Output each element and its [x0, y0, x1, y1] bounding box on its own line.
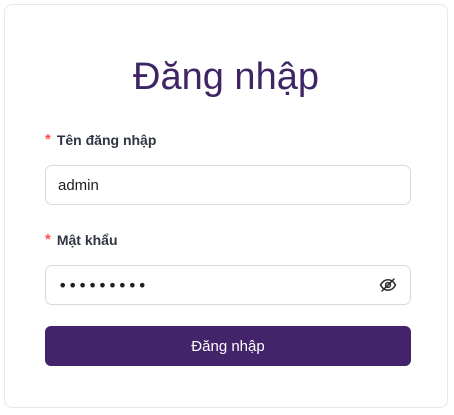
password-label: * Mật khẩu: [45, 231, 118, 249]
password-label-text: Mật khẩu: [56, 232, 118, 248]
eye-invisible-icon[interactable]: [378, 275, 398, 295]
required-mark: *: [45, 231, 51, 248]
page-title: Đăng nhập: [133, 56, 319, 98]
username-field-wrapper: [45, 165, 411, 205]
login-card: Đăng nhập * Tên đăng nhập * Mật khẩu •••…: [4, 4, 448, 408]
required-mark: *: [45, 131, 51, 148]
username-label-text: Tên đăng nhập: [56, 132, 157, 148]
login-button[interactable]: Đăng nhập: [45, 326, 411, 366]
password-field[interactable]: •••••••••: [45, 265, 411, 305]
username-field[interactable]: [58, 176, 398, 194]
username-label: * Tên đăng nhập: [45, 131, 156, 149]
password-value: •••••••••: [58, 275, 148, 295]
